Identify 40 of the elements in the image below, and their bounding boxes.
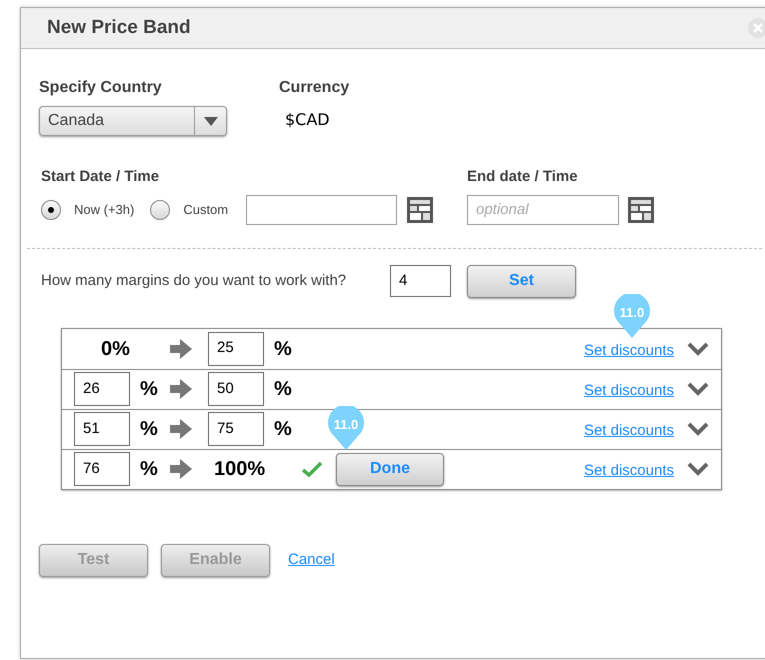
dialog-title: New Price Band [47,16,192,40]
date-input[interactable] [246,194,398,224]
chevron-down-icon[interactable] [687,422,709,436]
calendar-icon[interactable] [407,196,434,222]
chevron-down-icon[interactable] [687,382,709,396]
callout-badge: 11.0 [326,406,366,450]
percent-sign: % [274,417,292,442]
field-label: Currency [279,78,350,98]
percent-sign: % [140,417,158,442]
percent-value: 100% [214,457,266,482]
radio-option[interactable]: Custom [150,200,228,220]
caret-icon [204,116,218,126]
margin-count-input[interactable]: 4 [390,265,451,297]
right-arrow-icon [170,419,192,439]
percent-value: 0% [101,336,130,362]
right-arrow-icon [170,379,192,399]
chevron-down-icon[interactable] [687,462,709,476]
percent-input[interactable]: 25 [208,332,264,366]
currency-value: $CAD [284,109,331,131]
field-label: End date / Time [467,167,579,187]
right-arrow-icon [170,459,192,479]
callout-badge: 11.0 [612,294,652,338]
percent-sign: % [274,377,292,402]
percent-input[interactable]: 51 [74,412,130,446]
percent-input[interactable]: 50 [208,372,264,406]
country-dropdown[interactable]: Canada [39,106,227,136]
percent-input[interactable]: 26 [74,372,130,406]
percent-sign: % [274,336,292,362]
percent-input[interactable]: 76 [74,452,130,486]
right-arrow-icon [170,338,192,358]
percent-sign: % [140,377,158,402]
calendar-icon[interactable] [628,196,654,222]
radio-option[interactable]: Now (+3h) [41,200,134,220]
field-label: Start Date / Time [41,167,160,187]
date-input[interactable]: optional [467,194,619,224]
question-text: How many margins do you want to work with? [41,270,348,291]
field-label: Specify Country [39,78,163,98]
chevron-down-icon[interactable] [687,342,709,356]
percent-sign: % [140,457,158,482]
percent-input[interactable]: 75 [208,412,264,446]
